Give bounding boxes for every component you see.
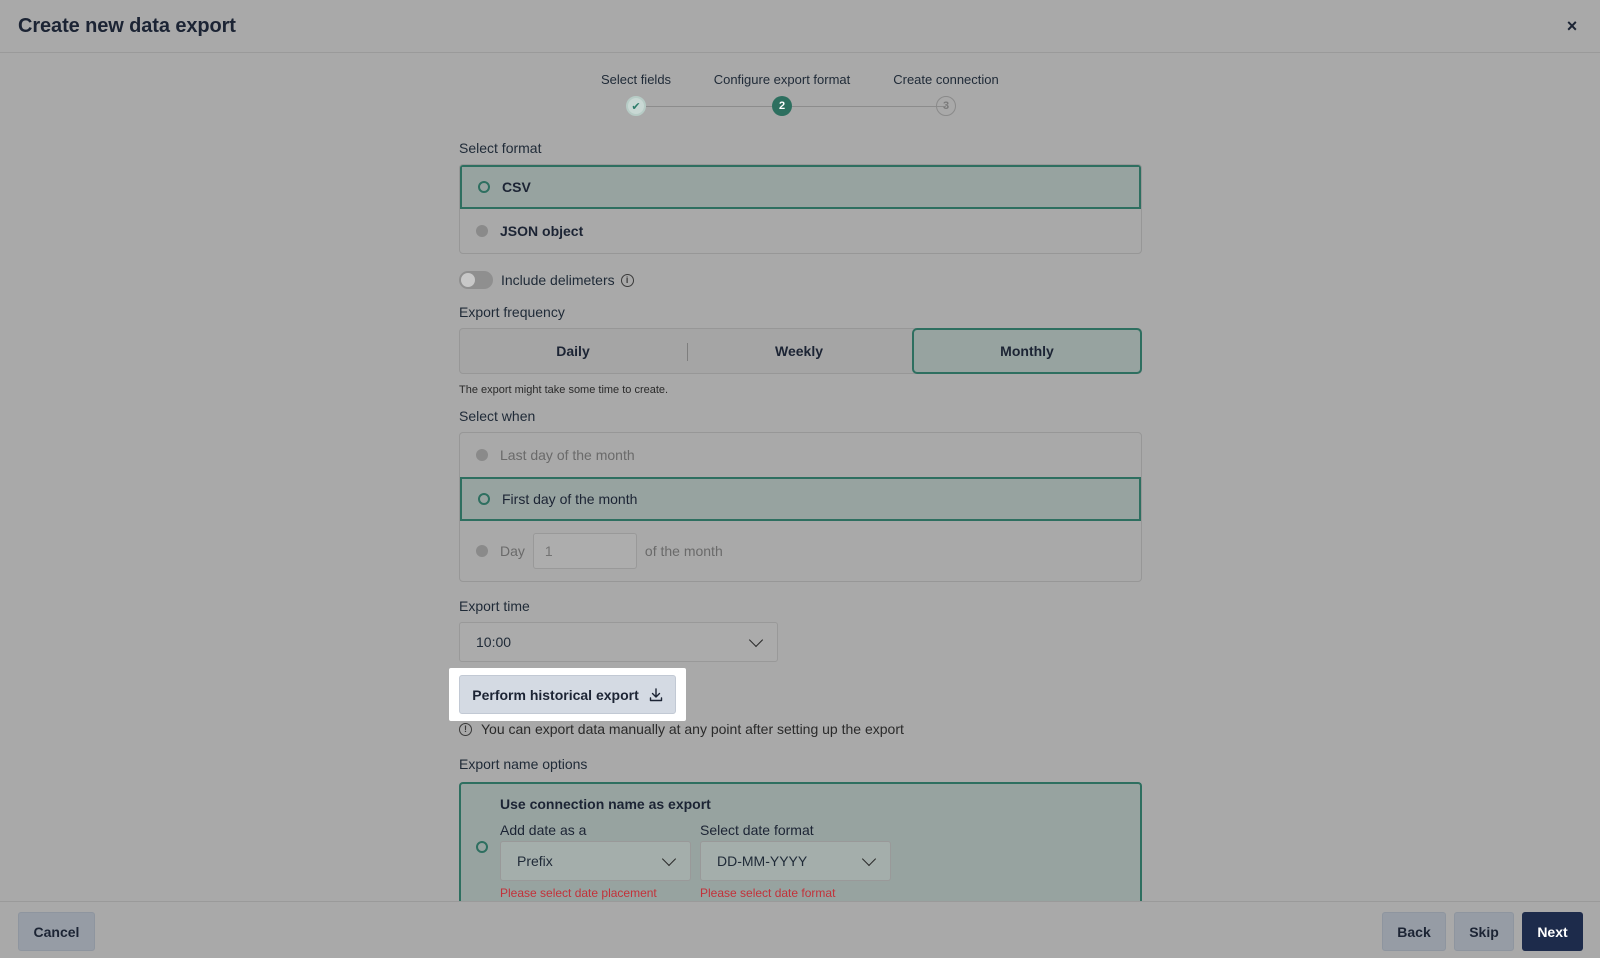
button-label: Perform historical export (472, 686, 639, 703)
option-label: First day of the month (502, 491, 638, 507)
format-radio-group: CSV JSON object (459, 164, 1142, 254)
page-title: Create new data export (18, 14, 236, 37)
day-suffix: of the month (644, 543, 723, 559)
radio-unselected-icon (476, 449, 488, 461)
stepper-line (792, 106, 946, 107)
back-button[interactable]: Back (1382, 912, 1446, 951)
modal-header: Create new data export × (0, 0, 1600, 53)
delimiters-label: Include delimeters (501, 272, 615, 288)
step-number: 2 (772, 96, 792, 116)
name-option-title: Use connection name as export (500, 796, 711, 812)
format-label: Select format (459, 140, 542, 156)
date-options: Add date as a Prefix Please select date … (500, 822, 1140, 900)
check-icon: ✔ (626, 96, 646, 116)
radio-selected-icon (478, 181, 490, 193)
stepper: Select fields ✔ Configure export format … (0, 70, 1600, 120)
stepper-line (646, 106, 776, 107)
name-option-connection[interactable]: Use connection name as export Add date a… (459, 782, 1142, 902)
historical-note: ! You can export data manually at any po… (459, 721, 904, 737)
radio-selected-icon (476, 841, 488, 853)
delimiters-row: Include delimeters i (459, 270, 1142, 290)
day-input[interactable]: 1 (532, 533, 637, 569)
when-radio-group: Last day of the month First day of the m… (459, 432, 1142, 582)
modal-footer: Cancel Back Skip Next (0, 901, 1600, 958)
frequency-segmented-control: Daily Weekly Monthly (459, 328, 1142, 374)
date-placement-select[interactable]: Prefix (500, 841, 691, 881)
step-create-connection[interactable]: Create connection 3 (846, 70, 1046, 116)
option-label: JSON object (500, 223, 584, 239)
option-label: Last day of the month (500, 447, 635, 463)
chevron-down-icon (861, 851, 877, 867)
when-option-first-day[interactable]: First day of the month (460, 477, 1141, 521)
info-icon: ! (459, 722, 472, 736)
when-option-last-day[interactable]: Last day of the month (460, 433, 1141, 477)
option-label: CSV (502, 179, 531, 195)
delimiters-toggle[interactable] (459, 271, 493, 289)
note-text: You can export data manually at any poin… (481, 721, 904, 737)
date-format-error: Please select date format (700, 886, 836, 900)
skip-button[interactable]: Skip (1454, 912, 1514, 951)
format-option-json[interactable]: JSON object (460, 209, 1141, 253)
select-value: DD-MM-YYYY (717, 853, 808, 869)
select-value: 10:00 (476, 634, 512, 650)
frequency-monthly[interactable]: Monthly (912, 328, 1142, 374)
date-format-col: Select date format DD-MM-YYYY Please sel… (700, 822, 891, 900)
step-number: 3 (936, 96, 956, 116)
info-icon[interactable]: i (620, 273, 634, 287)
perform-historical-export-button[interactable]: Perform historical export (459, 675, 676, 714)
frequency-hint: The export might take some time to creat… (459, 384, 669, 396)
export-form: Select format CSV JSON object Include de… (459, 140, 1142, 662)
export-name-options-label: Export name options (459, 756, 588, 772)
select-value: Prefix (517, 853, 553, 869)
next-button[interactable]: Next (1522, 912, 1583, 951)
date-placement-error: Please select date placement (500, 886, 657, 900)
export-time-label: Export time (459, 598, 530, 614)
day-prefix: Day (500, 543, 525, 559)
radio-selected-icon (478, 493, 490, 505)
when-option-day[interactable]: Day 1 of the month (460, 521, 1141, 581)
download-icon (649, 687, 662, 701)
date-format-select[interactable]: DD-MM-YYYY (700, 841, 891, 881)
radio-unselected-icon (476, 545, 488, 557)
date-placement-label: Add date as a (500, 822, 587, 838)
chevron-down-icon (748, 632, 764, 648)
frequency-daily[interactable]: Daily (460, 329, 686, 373)
date-format-label: Select date format (700, 822, 814, 838)
chevron-down-icon (661, 851, 677, 867)
format-option-csv[interactable]: CSV (460, 165, 1141, 209)
close-icon[interactable]: × (1562, 16, 1582, 36)
toggle-knob (461, 273, 475, 287)
select-when-label: Select when (459, 408, 536, 424)
frequency-label: Export frequency (459, 304, 565, 320)
cancel-button[interactable]: Cancel (18, 912, 95, 951)
radio-unselected-icon (476, 225, 488, 237)
date-placement-col: Add date as a Prefix Please select date … (500, 822, 691, 900)
step-label: Create connection (893, 72, 999, 87)
export-time-select[interactable]: 10:00 (459, 622, 778, 662)
frequency-weekly[interactable]: Weekly (686, 329, 912, 373)
